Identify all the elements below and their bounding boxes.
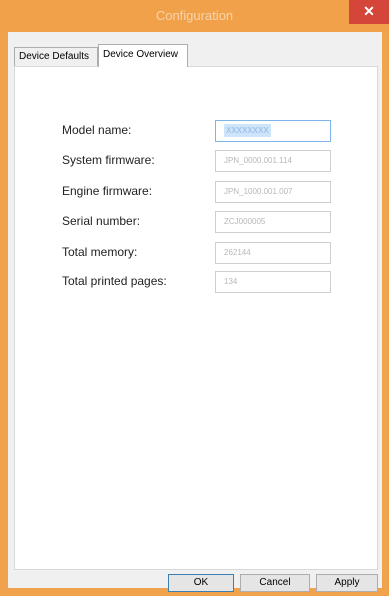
dialog-client-area: Device Defaults Device Overview Model na… bbox=[8, 32, 382, 592]
title-bar[interactable]: Configuration ✕ bbox=[0, 0, 389, 32]
total-memory-row: Total memory: 262144 bbox=[15, 242, 377, 264]
model-name-label: Model name: bbox=[62, 123, 132, 137]
system-firmware-row: System firmware: JPN_0000.001.114 bbox=[15, 150, 377, 172]
system-firmware-field[interactable]: JPN_0000.001.114 bbox=[215, 150, 331, 172]
total-memory-label: Total memory: bbox=[62, 245, 138, 259]
model-name-row: Model name: XXXXXXXX bbox=[15, 120, 377, 142]
engine-firmware-label: Engine firmware: bbox=[62, 184, 153, 198]
configuration-window: Configuration ✕ Device Defaults Device O… bbox=[0, 0, 389, 596]
engine-firmware-field[interactable]: JPN_1000.001.007 bbox=[215, 181, 331, 203]
close-button[interactable]: ✕ bbox=[349, 0, 389, 24]
model-name-value: XXXXXXXX bbox=[224, 124, 271, 137]
cancel-button[interactable]: Cancel bbox=[240, 574, 310, 592]
device-overview-panel: Model name: XXXXXXXX System firmware: JP… bbox=[14, 66, 378, 570]
apply-button[interactable]: Apply bbox=[316, 574, 378, 592]
total-memory-field[interactable]: 262144 bbox=[215, 242, 331, 264]
tab-device-defaults[interactable]: Device Defaults bbox=[14, 47, 98, 66]
tab-device-overview[interactable]: Device Overview bbox=[98, 44, 188, 67]
total-printed-pages-label: Total printed pages: bbox=[62, 274, 167, 288]
total-printed-pages-row: Total printed pages: 134 bbox=[15, 271, 377, 293]
window-title: Configuration bbox=[155, 8, 234, 23]
engine-firmware-row: Engine firmware: JPN_1000.001.007 bbox=[15, 181, 377, 203]
serial-number-label: Serial number: bbox=[62, 214, 141, 228]
close-icon: ✕ bbox=[363, 3, 375, 19]
ok-button[interactable]: OK bbox=[168, 574, 234, 592]
serial-number-row: Serial number: ZCJ000005 bbox=[15, 211, 377, 233]
total-printed-pages-field[interactable]: 134 bbox=[215, 271, 331, 293]
dialog-buttons: OK Cancel Apply bbox=[8, 572, 382, 592]
serial-number-field[interactable]: ZCJ000005 bbox=[215, 211, 331, 233]
model-name-field[interactable]: XXXXXXXX bbox=[215, 120, 331, 142]
system-firmware-label: System firmware: bbox=[62, 153, 155, 167]
